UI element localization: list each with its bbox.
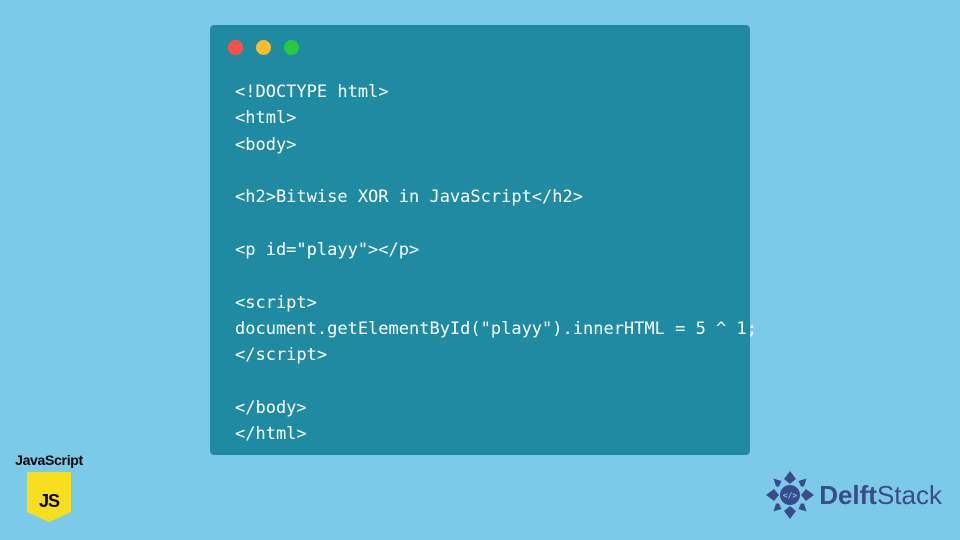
javascript-logo-text: JS (27, 491, 71, 512)
maximize-dot-icon[interactable] (284, 40, 299, 55)
javascript-logo-icon: JS (27, 472, 71, 522)
brand-part2: Stack (877, 480, 942, 510)
delftstack-name: DelftStack (819, 480, 942, 511)
svg-text:</>: </> (783, 491, 798, 500)
window-titlebar (210, 25, 750, 65)
javascript-badge: JavaScript JS (10, 452, 88, 522)
brand-part1: Delft (819, 480, 877, 510)
code-window: <!DOCTYPE html> <html> <body> <h2>Bitwis… (210, 25, 750, 455)
minimize-dot-icon[interactable] (256, 40, 271, 55)
delftstack-brand: </> DelftStack (765, 470, 942, 520)
code-content: <!DOCTYPE html> <html> <body> <h2>Bitwis… (235, 82, 757, 444)
delftstack-logo-icon: </> (765, 470, 815, 520)
javascript-label: JavaScript (10, 452, 88, 468)
close-dot-icon[interactable] (228, 40, 243, 55)
code-snippet: <!DOCTYPE html> <html> <body> <h2>Bitwis… (210, 65, 750, 468)
